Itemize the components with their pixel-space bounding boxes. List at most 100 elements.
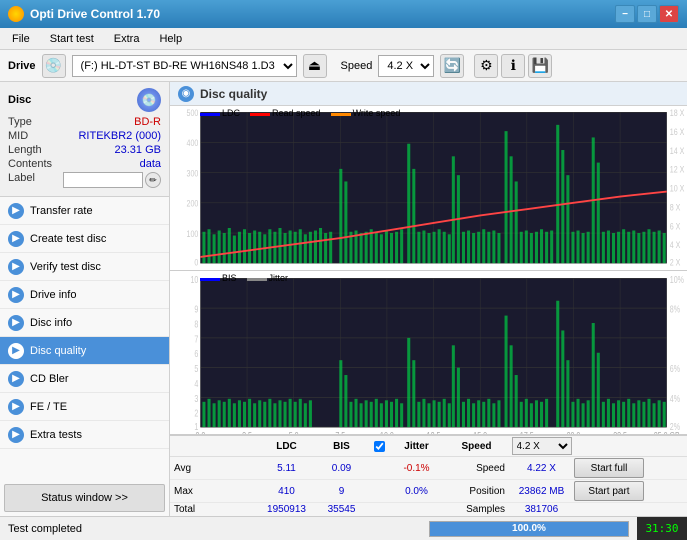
svg-text:6%: 6% (670, 362, 680, 374)
menu-extra[interactable]: Extra (106, 31, 148, 47)
refresh-icon[interactable]: 🔄 (440, 54, 464, 78)
transfer-rate-icon: ▶ (8, 203, 24, 219)
svg-text:0.0: 0.0 (195, 429, 205, 434)
svg-text:500: 500 (187, 108, 199, 118)
col-bis: BIS (314, 441, 369, 452)
dq-title: Disc quality (200, 87, 267, 101)
disc-type-row: Type BD-R (8, 116, 161, 128)
upper-chart: LDC Read speed Write speed (170, 106, 687, 271)
speed-select[interactable]: 4.2 X (378, 55, 434, 77)
disc-contents-row: Contents data (8, 158, 161, 170)
sidebar-item-disc-info[interactable]: ▶ Disc info (0, 309, 169, 337)
fe-te-icon: ▶ (8, 399, 24, 415)
status-bar: Test completed 100.0% 31:30 (0, 516, 687, 540)
max-label: Max (174, 486, 259, 497)
svg-text:9: 9 (194, 303, 198, 315)
svg-text:4%: 4% (670, 392, 680, 404)
verify-test-icon: ▶ (8, 259, 24, 275)
sidebar-item-disc-quality[interactable]: ▶ Disc quality (0, 337, 169, 365)
speed-value: 4.22 X (509, 463, 574, 474)
svg-text:10%: 10% (670, 273, 684, 285)
max-bis: 9 (314, 486, 369, 497)
svg-text:200: 200 (187, 199, 199, 209)
disc-mid-row: MID RITEKBR2 (000) (8, 130, 161, 142)
legend-jitter: Jitter (269, 273, 289, 283)
main-layout: Disc 💿 Type BD-R MID RITEKBR2 (000) Leng… (0, 82, 687, 516)
svg-text:18 X: 18 X (670, 108, 685, 118)
position-value: 23862 MB (509, 486, 574, 497)
lower-chart-svg: 10 9 8 7 6 5 4 3 2 1 10% 8% 6% 4% 2% (170, 271, 687, 435)
disc-panel-title: Disc (8, 94, 31, 106)
settings-icon[interactable]: ⚙ (474, 54, 498, 78)
svg-text:6 X: 6 X (670, 222, 681, 232)
title-bar: Opti Drive Control 1.70 − □ ✕ (0, 0, 687, 28)
drive-icon: 💿 (42, 54, 66, 78)
sidebar-item-fe-te[interactable]: ▶ FE / TE (0, 393, 169, 421)
upper-chart-legend: LDC Read speed Write speed (200, 108, 400, 118)
svg-text:8%: 8% (670, 303, 680, 315)
start-part-button[interactable]: Start part (574, 481, 644, 501)
position-label: Position (444, 486, 509, 497)
svg-text:300: 300 (187, 169, 199, 179)
svg-text:100: 100 (187, 229, 199, 239)
disc-length-row: Length 23.31 GB (8, 144, 161, 156)
charts-area: LDC Read speed Write speed (170, 106, 687, 516)
app-icon (8, 6, 24, 22)
max-ldc: 410 (259, 486, 314, 497)
drive-label: Drive (8, 60, 36, 72)
drive-select[interactable]: (F:) HL-DT-ST BD-RE WH16NS48 1.D3 (72, 55, 297, 77)
menu-help[interactable]: Help (151, 31, 190, 47)
max-jitter: 0.0% (389, 486, 444, 497)
dq-icon: ◉ (178, 86, 194, 102)
svg-text:16 X: 16 X (670, 127, 685, 137)
start-full-button[interactable]: Start full (574, 458, 644, 478)
jitter-checkbox[interactable] (374, 441, 385, 452)
menu-start-test[interactable]: Start test (42, 31, 102, 47)
legend-read-speed: Read speed (272, 108, 321, 118)
svg-text:20.0: 20.0 (567, 429, 581, 434)
progress-text: 100.0% (430, 522, 628, 536)
disc-label-row: Label ✏ (8, 172, 161, 188)
svg-text:400: 400 (187, 139, 199, 149)
legend-write-speed: Write speed (353, 108, 401, 118)
label-edit-icon[interactable]: ✏ (145, 172, 161, 188)
status-window-button[interactable]: Status window >> (4, 484, 165, 512)
minimize-button[interactable]: − (615, 5, 635, 23)
svg-text:10.0: 10.0 (380, 429, 394, 434)
legend-bis: BIS (222, 273, 237, 283)
speed-select-stats[interactable]: 4.2 X (512, 437, 572, 455)
maximize-button[interactable]: □ (637, 5, 657, 23)
svg-text:2: 2 (194, 407, 198, 419)
menu-file[interactable]: File (4, 31, 38, 47)
info-icon[interactable]: ℹ (501, 54, 525, 78)
speed-label: Speed (341, 60, 373, 72)
sidebar-item-verify-test-disc[interactable]: ▶ Verify test disc (0, 253, 169, 281)
eject-icon[interactable]: ⏏ (303, 54, 327, 78)
sidebar-item-transfer-rate[interactable]: ▶ Transfer rate (0, 197, 169, 225)
disc-label-input[interactable] (63, 172, 143, 188)
svg-text:7: 7 (194, 332, 198, 344)
close-button[interactable]: ✕ (659, 5, 679, 23)
avg-label: Avg (174, 463, 259, 474)
stats-section: LDC BIS Jitter Speed 4.2 X (170, 435, 687, 516)
sidebar-item-drive-info[interactable]: ▶ Drive info (0, 281, 169, 309)
samples-label: Samples (444, 504, 509, 515)
content-area: ◉ Disc quality LDC Read speed (170, 82, 687, 516)
sidebar: Disc 💿 Type BD-R MID RITEKBR2 (000) Leng… (0, 82, 170, 516)
svg-text:12 X: 12 X (670, 165, 685, 175)
disc-icon: 💿 (137, 88, 161, 112)
save-icon[interactable]: 💾 (528, 54, 552, 78)
speed-select-container[interactable]: 4.2 X (509, 437, 574, 455)
disc-contents-value: data (140, 158, 161, 170)
sidebar-item-create-test-disc[interactable]: ▶ Create test disc (0, 225, 169, 253)
svg-text:15.0: 15.0 (473, 429, 487, 434)
col-jitter: Jitter (389, 441, 444, 452)
drive-bar: Drive 💿 (F:) HL-DT-ST BD-RE WH16NS48 1.D… (0, 50, 687, 82)
total-ldc: 1950913 (259, 504, 314, 515)
svg-text:8: 8 (194, 318, 198, 330)
title-text: Opti Drive Control 1.70 (30, 7, 160, 21)
sidebar-item-extra-tests[interactable]: ▶ Extra tests (0, 421, 169, 449)
status-text: Test completed (0, 523, 429, 535)
sidebar-item-cd-bler[interactable]: ▶ CD Bler (0, 365, 169, 393)
svg-text:17.5: 17.5 (520, 429, 534, 434)
